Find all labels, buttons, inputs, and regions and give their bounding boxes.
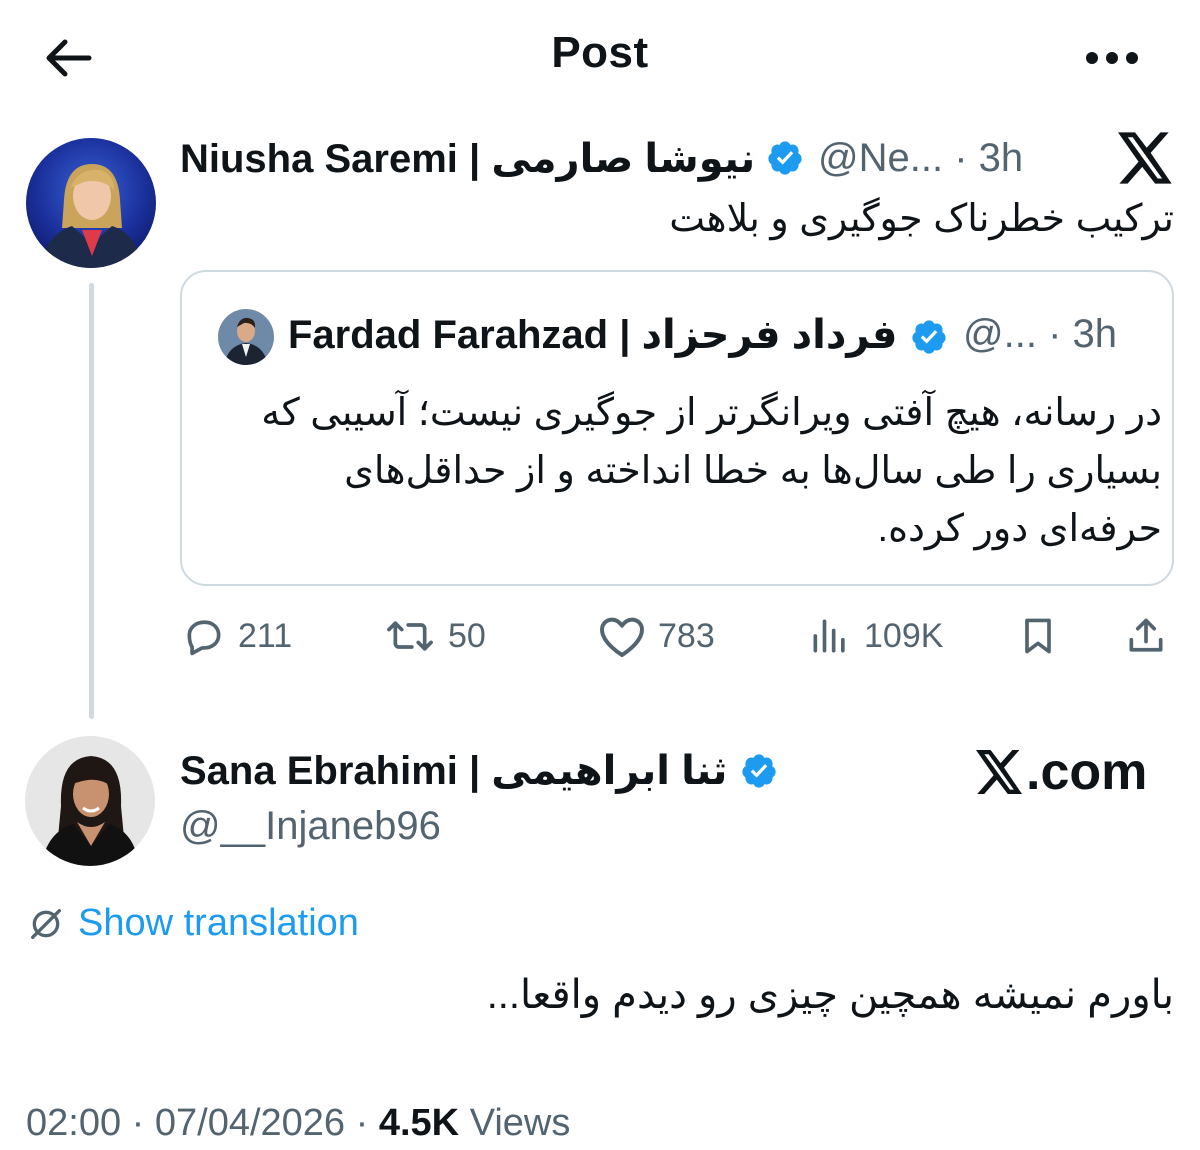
x-com-watermark: .com bbox=[976, 742, 1147, 802]
x-logo-icon bbox=[976, 750, 1022, 794]
quoted-post-time: 3h bbox=[1072, 312, 1118, 356]
author-handle[interactable]: @Ne... bbox=[818, 136, 943, 180]
verified-badge-icon bbox=[768, 141, 802, 175]
author-handle[interactable]: @__Injaneb96 bbox=[180, 804, 441, 849]
translate-off-icon bbox=[30, 908, 61, 939]
bookmark-button[interactable] bbox=[1016, 608, 1060, 664]
show-translation-button[interactable]: Show translation bbox=[26, 902, 359, 945]
heart-icon bbox=[600, 617, 644, 657]
separator-dot: · bbox=[121, 1102, 155, 1144]
page-title: Post bbox=[551, 28, 649, 77]
views-button[interactable]: 109K bbox=[808, 608, 943, 664]
verified-badge-icon bbox=[912, 320, 946, 354]
author-name[interactable]: Niusha Saremi | نیوشا صارمی bbox=[180, 136, 755, 182]
like-count: 783 bbox=[658, 616, 715, 655]
thread-connector-line bbox=[89, 283, 94, 719]
share-icon bbox=[1129, 618, 1163, 652]
reply-button[interactable]: 211 bbox=[182, 608, 292, 664]
quoted-post-text: در رسانه، هیچ آفتی ویرانگرتر از جوگیری ن… bbox=[261, 392, 1162, 550]
separator-dot: · bbox=[943, 136, 979, 180]
post-text: ترکیب خطرناک جوگیری و بلاهت bbox=[669, 198, 1174, 240]
views-spacer bbox=[459, 1102, 470, 1144]
watermark-text: .com bbox=[1026, 743, 1148, 801]
avatar-fardad-farahzad bbox=[218, 309, 274, 365]
post-date[interactable]: 07/04/2026 bbox=[155, 1102, 345, 1144]
quoted-author-handle: @... bbox=[963, 312, 1037, 356]
post-text: باورم نمیشه همچین چیزی رو دیدم واقعا... bbox=[486, 973, 1174, 1017]
views-count[interactable]: 4.5K bbox=[379, 1102, 459, 1144]
bookmark-icon bbox=[1025, 618, 1051, 654]
share-button[interactable] bbox=[1124, 608, 1168, 664]
x-logo-icon bbox=[1118, 132, 1172, 184]
post-time[interactable]: 02:00 bbox=[26, 1102, 121, 1144]
post-metadata: 02:00 · 07/04/2026 · 4.5K Views bbox=[26, 1102, 570, 1145]
quoted-handle-and-time: @... · 3h bbox=[963, 312, 1117, 357]
post-time[interactable]: 3h bbox=[979, 136, 1024, 180]
bar-chart-icon bbox=[813, 619, 845, 653]
more-options-button[interactable] bbox=[1080, 30, 1144, 86]
repost-icon bbox=[387, 621, 433, 651]
quoted-author-name: Fardad Farahzad | فرداد فرحزاد bbox=[288, 313, 898, 357]
author-handle-and-time: @Ne... · 3h bbox=[818, 136, 1023, 181]
avatar-niusha-saremi[interactable] bbox=[26, 138, 156, 268]
views-label: Views bbox=[469, 1102, 571, 1144]
separator-dot: · bbox=[1036, 312, 1073, 356]
like-button[interactable]: 783 bbox=[598, 608, 715, 664]
repost-count: 50 bbox=[448, 616, 486, 655]
reply-count: 211 bbox=[238, 616, 293, 655]
separator-dot: · bbox=[345, 1102, 379, 1144]
ellipsis-icon bbox=[1086, 52, 1138, 64]
author-name[interactable]: Sana Ebrahimi | ثنا ابراهیمی bbox=[180, 748, 727, 794]
reply-icon bbox=[187, 620, 221, 656]
views-count: 109K bbox=[864, 616, 944, 655]
avatar-sana-ebrahimi[interactable] bbox=[25, 736, 155, 866]
repost-button[interactable]: 50 bbox=[384, 608, 486, 664]
show-translation-label[interactable]: Show translation bbox=[78, 902, 359, 945]
verified-badge-icon bbox=[742, 754, 776, 788]
